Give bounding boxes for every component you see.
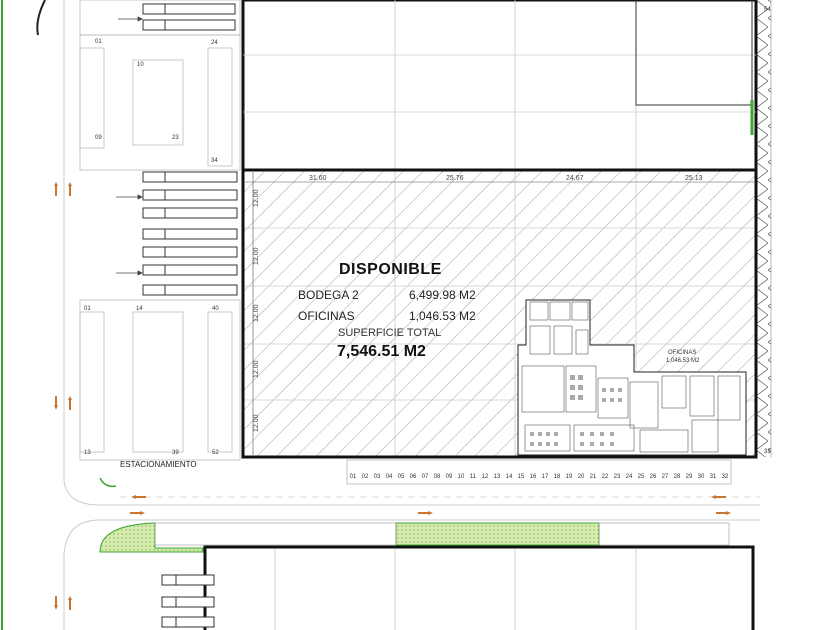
dock-door-number: 31	[709, 474, 717, 480]
dock-door-number: 04	[385, 474, 393, 480]
total-label: SUPERFICIE TOTAL	[338, 327, 442, 339]
dim-v-4: 12.00	[253, 360, 260, 378]
dock-door-number: 02	[361, 474, 369, 480]
stall-number: 39	[172, 450, 179, 456]
truck-arrows	[116, 16, 143, 276]
stall-number: 10	[137, 62, 144, 68]
warehouse-lower	[203, 545, 755, 630]
stall-number: 40	[212, 306, 219, 312]
dock-door-number: 10	[457, 474, 465, 480]
dock-door-number: 15	[517, 474, 525, 480]
green-curb	[99, 477, 117, 488]
total-area: 7,546.51 M2	[337, 343, 426, 360]
dock-door-number: 01	[349, 474, 357, 480]
dock-door-number: 28	[673, 474, 681, 480]
dock-door-number: 19	[565, 474, 573, 480]
dim-h-4: 25.13	[685, 175, 703, 182]
dock-door-number: 12	[481, 474, 489, 480]
warehouse-upper	[241, 0, 758, 172]
parking-label: ESTACIONAMIENTO	[120, 460, 197, 469]
dock-door-number: 11	[469, 474, 477, 480]
dock-door-number: 30	[697, 474, 705, 480]
oficinas-label: OFICINAS	[298, 309, 355, 323]
dock-door-number: 17	[541, 474, 549, 480]
dock-door-number: 03	[373, 474, 381, 480]
stall-number: 09	[95, 135, 102, 141]
stall-number: 24	[211, 40, 218, 46]
dock-door-number: 22	[601, 474, 609, 480]
right-ramps	[757, 0, 771, 457]
dim-h-1: 31.60	[309, 175, 327, 182]
side-number: 33	[764, 449, 771, 455]
oficinas-area: 1,046.53 M2	[409, 309, 476, 323]
bodega-area: 6,499.98 M2	[409, 288, 476, 302]
stall-number: 14	[136, 306, 143, 312]
dock-door-number: 23	[613, 474, 621, 480]
dock-doors	[346, 459, 732, 485]
dock-door-number: 24	[625, 474, 633, 480]
trucks-upper	[142, 3, 236, 31]
trucks-lower	[161, 574, 215, 628]
stall-number: 01	[95, 39, 102, 45]
dim-v-3: 12.00	[253, 304, 260, 322]
dock-door-number: 14	[505, 474, 513, 480]
dock-door-number: 13	[493, 474, 501, 480]
stall-number: 34	[211, 158, 218, 164]
status-title: DISPONIBLE	[339, 261, 442, 278]
dock-door-number: 06	[409, 474, 417, 480]
dim-h-2: 25.76	[446, 175, 464, 182]
dock-door-number: 20	[577, 474, 585, 480]
dock-door-number: 32	[721, 474, 729, 480]
dock-door-number: 21	[589, 474, 597, 480]
dim-v-1: 12.00	[253, 189, 260, 207]
dock-door-number: 07	[421, 474, 429, 480]
dim-v-2: 12.00	[253, 247, 260, 265]
green-area-left	[99, 522, 204, 553]
dock-door-number: 18	[553, 474, 561, 480]
dim-v-5: 12.00	[253, 414, 260, 432]
office-block-label: OFICINAS	[668, 350, 697, 356]
dock-door-number: 29	[685, 474, 693, 480]
stall-number: 13	[84, 450, 91, 456]
stall-number: 23	[172, 135, 179, 141]
bodega-label: BODEGA 2	[298, 288, 359, 302]
dock-door-number: 27	[661, 474, 669, 480]
corner-curve	[36, 0, 46, 36]
dock-door-number: 09	[445, 474, 453, 480]
dock-door-number: 16	[529, 474, 537, 480]
dock-door-number: 26	[649, 474, 657, 480]
trucks-middle	[142, 171, 238, 296]
office-block-area: 1,046.53 M2	[666, 358, 700, 364]
dim-h-3: 24.67	[566, 175, 584, 182]
stall-number: 01	[84, 306, 91, 312]
stall-number: 52	[212, 450, 219, 456]
dock-door-number: 25	[637, 474, 645, 480]
dock-door-number: 08	[433, 474, 441, 480]
side-number: 54	[764, 7, 771, 13]
parking-lower	[79, 299, 241, 461]
dock-door-number: 05	[397, 474, 405, 480]
green-area-middle	[395, 522, 600, 546]
